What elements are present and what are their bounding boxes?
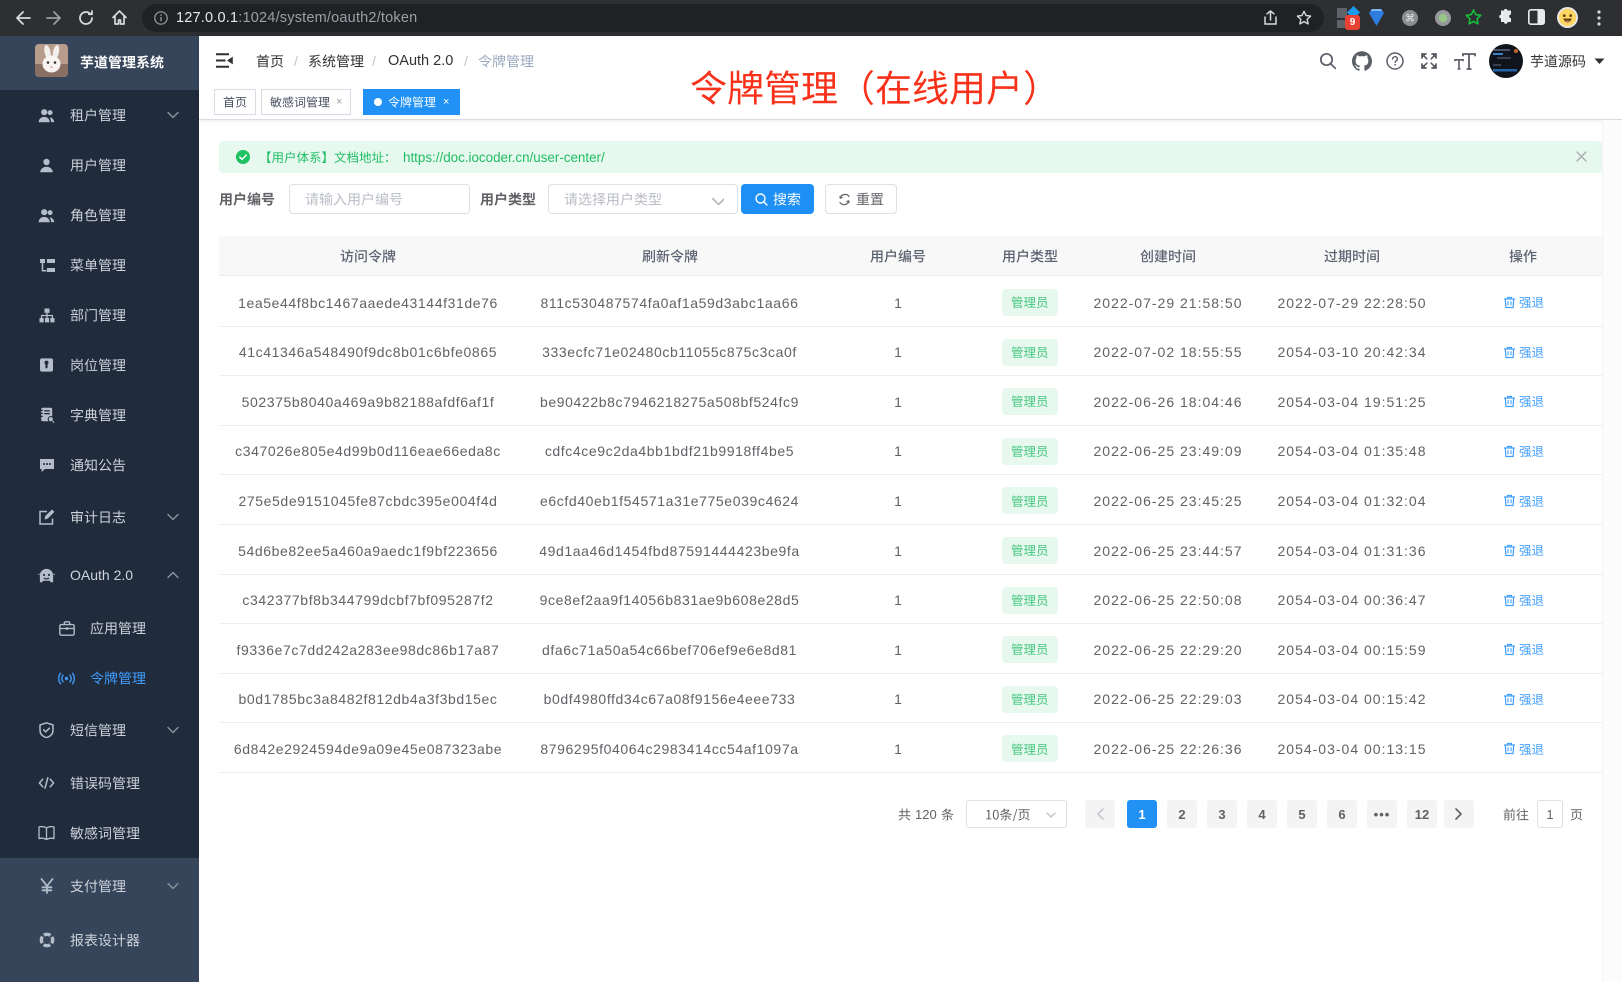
svg-text:⌘: ⌘ (1405, 14, 1415, 25)
